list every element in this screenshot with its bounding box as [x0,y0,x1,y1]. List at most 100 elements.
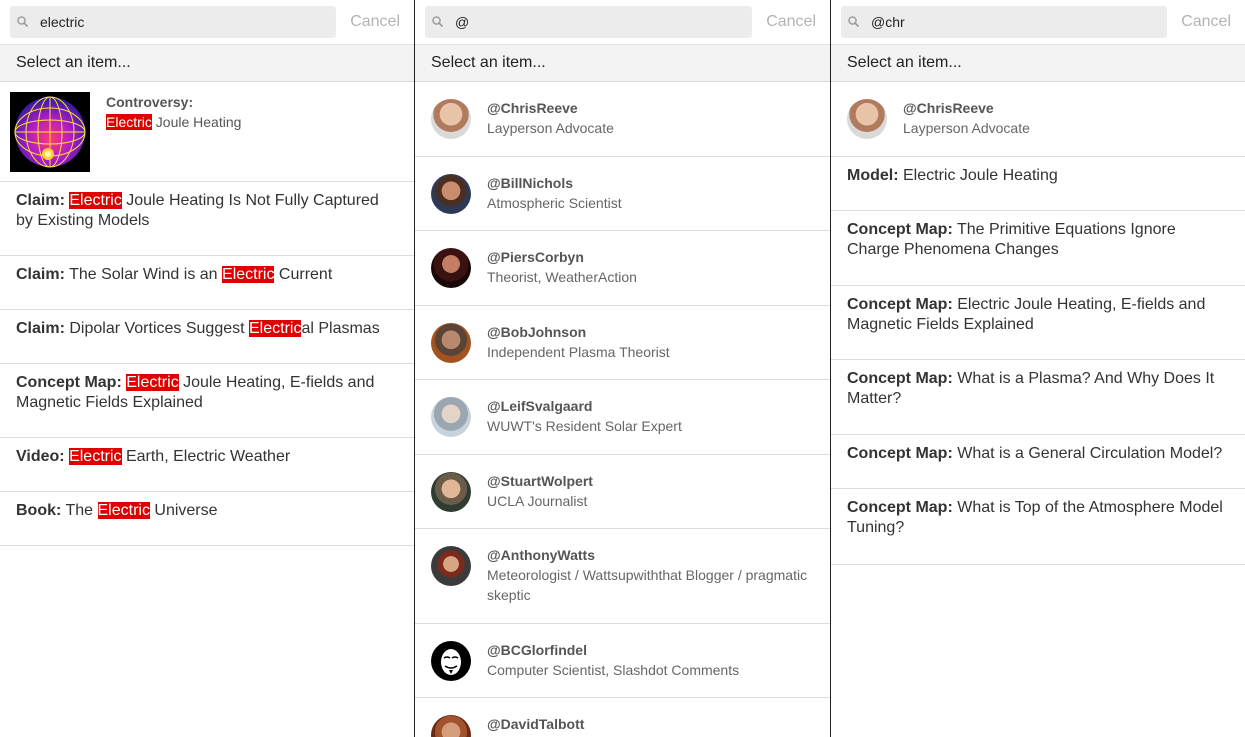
controversy-thumbnail [10,92,90,172]
search-bar: Cancel [831,0,1245,44]
controversy-item[interactable]: Controversy: Electric Joule Heating [0,82,414,182]
user-role: Theorist, WeatherAction [487,269,637,285]
list-item[interactable]: Claim: The Solar Wind is an Electric Cur… [0,256,414,310]
item-type: Model: [847,167,899,184]
item-type: Claim: [16,192,65,209]
list-item[interactable]: Concept Map: What is Top of the Atmosphe… [831,489,1245,565]
item-text: What is a General Circulation Model? [952,445,1223,462]
list-item[interactable]: Model: Electric Joule Heating [831,157,1245,211]
user-row[interactable]: @DavidTalbott [415,698,830,737]
avatar [847,99,887,139]
section-header: Select an item... [831,44,1245,82]
user-row[interactable]: @StuartWolpert UCLA Journalist [415,455,830,529]
search-input[interactable] [40,14,337,30]
user-role: WUWT's Resident Solar Expert [487,418,682,434]
cancel-button[interactable]: Cancel [766,13,816,31]
item-type: Book: [16,502,62,519]
user-role: Computer Scientist, Slashdot Comments [487,662,740,678]
user-handle: @ChrisReeve [487,100,578,116]
list-item[interactable]: Claim: Electric Joule Heating Is Not Ful… [0,182,414,256]
user-row[interactable]: @PiersCorbyn Theorist, WeatherAction [415,231,830,306]
user-handle: @BillNichols [487,175,573,191]
search-highlight: Electric [249,320,302,337]
item-type: Concept Map: [16,374,122,391]
item-text: Universe [149,502,218,519]
search-bar: Cancel [415,0,830,44]
item-type: Concept Map: [847,445,953,462]
search-box[interactable] [425,6,753,38]
item-text: The [61,502,98,519]
user-role: Layperson Advocate [487,120,614,136]
user-handle: @LeifSvalgaard [487,398,593,414]
user-list: @ChrisReeve Layperson Advocate @BillNicho… [415,82,830,737]
user-role: UCLA Journalist [487,493,588,509]
search-icon [16,15,30,29]
user-role: Atmospheric Scientist [487,195,622,211]
user-row[interactable]: @BillNichols Atmospheric Scientist [415,157,830,231]
search-highlight: Electric [69,448,122,465]
avatar [431,715,471,737]
search-box[interactable] [10,6,337,38]
search-highlight: Electric [69,192,122,209]
avatar [431,641,471,681]
item-type: Concept Map: [847,499,953,516]
list-item[interactable]: Claim: Dipolar Vortices Suggest Electric… [0,310,414,364]
user-row[interactable]: @ChrisReeve Layperson Advocate [415,82,830,157]
item-text: Earth, Electric Weather [121,448,291,465]
list-item[interactable]: Concept Map: Electric Joule Heating, E-f… [831,286,1245,360]
user-row[interactable]: @LeifSvalgaard WUWT's Resident Solar Expe… [415,380,830,455]
list-item[interactable]: Video: Electric Earth, Electric Weather [0,438,414,492]
item-type: Concept Map: [847,221,953,238]
user-role: Layperson Advocate [903,120,1030,136]
user-role: Independent Plasma Theorist [487,344,670,360]
search-input[interactable] [455,14,753,30]
search-highlight: Electric [126,374,179,391]
list-item[interactable]: Concept Map: Electric Joule Heating, E-f… [0,364,414,438]
item-text: Dipolar Vortices Suggest [64,320,249,337]
user-handle: @AnthonyWatts [487,547,596,563]
search-box[interactable] [841,6,1168,38]
user-handle: @DavidTalbott [487,716,585,732]
search-highlight: Electric [222,266,275,283]
user-handle: @BobJohnson [487,324,587,340]
list-item[interactable]: Concept Map: What is a General Circulati… [831,435,1245,489]
result-list: Model: Electric Joule Heating Concept Ma… [831,157,1245,565]
search-highlight: Electric [106,114,152,130]
avatar [431,323,471,363]
item-text: The Solar Wind is an [64,266,223,283]
user-handle: @ChrisReeve [903,100,994,116]
user-handle: @BCGlorfindel [487,642,587,658]
item-type: Claim: [16,320,65,337]
item-text: al Plasmas [301,320,380,337]
cancel-button[interactable]: Cancel [350,13,400,31]
item-text: Current [274,266,333,283]
user-row[interactable]: @AnthonyWatts Meteorologist / Wattsupwith… [415,529,830,624]
user-role: Meteorologist / Wattsupwiththat Blogger … [487,567,808,603]
search-panel-chr: Cancel Select an item... @ChrisReeve Layp… [831,0,1245,737]
app: Cancel Select an item... [0,0,1245,737]
search-input[interactable] [871,14,1168,30]
result-list: Claim: Electric Joule Heating Is Not Ful… [0,182,414,546]
search-panel-users: Cancel Select an item... @ChrisReeve Layp… [415,0,831,737]
item-type: Concept Map: [847,296,953,313]
item-type: Video: [16,448,65,465]
section-header: Select an item... [0,44,414,82]
avatar [431,248,471,288]
controversy-title-rest: Joule Heating [151,114,242,130]
cancel-button[interactable]: Cancel [1181,13,1231,31]
search-highlight: Electric [97,502,150,519]
item-text: Electric Joule Heating [898,167,1058,184]
avatar [431,546,471,586]
list-item[interactable]: Concept Map: What is a Plasma? And Why D… [831,360,1245,435]
avatar [431,472,471,512]
search-icon [847,15,861,29]
controversy-title: Electric Joule Heating [106,112,241,132]
list-item[interactable]: Concept Map: The Primitive Equations Ign… [831,211,1245,286]
user-row[interactable]: @BCGlorfindel Computer Scientist, Slashdo… [415,624,830,698]
avatar [431,174,471,214]
item-type: Concept Map: [847,370,953,387]
user-row[interactable]: @ChrisReeve Layperson Advocate [831,82,1245,157]
user-row[interactable]: @BobJohnson Independent Plasma Theorist [415,306,830,380]
search-panel-electric: Cancel Select an item... [0,0,415,737]
list-item[interactable]: Book: The Electric Universe [0,492,414,546]
